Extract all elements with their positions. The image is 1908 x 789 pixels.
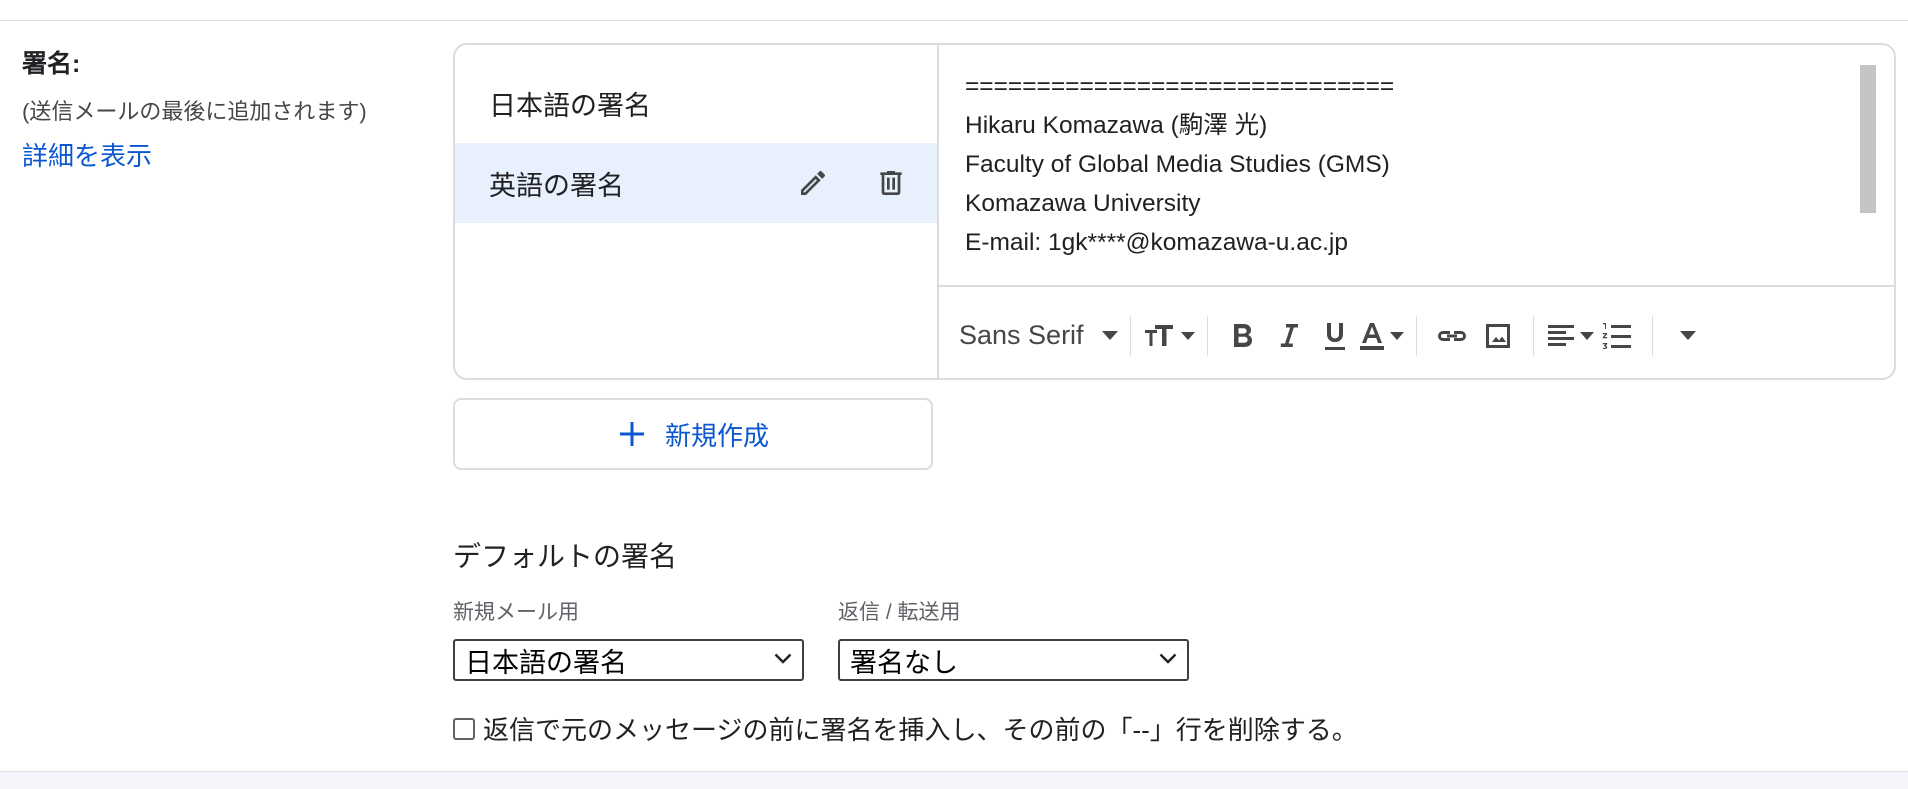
signature-item-japanese[interactable]: 日本語の署名 bbox=[455, 63, 937, 143]
default-signature-title: デフォルトの署名 bbox=[453, 541, 678, 572]
toolbar-divider bbox=[1651, 315, 1653, 356]
delete-icon[interactable] bbox=[873, 165, 909, 201]
new-mail-signature-select[interactable]: 日本語の署名 bbox=[453, 639, 804, 681]
insert-before-quote-label: 返信で元のメッセージの前に署名を挿入し、その前の「--」行を削除する。 bbox=[483, 715, 1358, 745]
editor-line: ============================== bbox=[965, 73, 1395, 100]
signature-heading: 署名: bbox=[22, 50, 81, 78]
create-new-button[interactable]: 新規作成 bbox=[453, 398, 933, 470]
toolbar-divider bbox=[1532, 315, 1534, 356]
font-family-label: Sans Serif bbox=[959, 320, 1084, 350]
edit-icon[interactable] bbox=[795, 165, 831, 201]
caret-down-icon bbox=[1101, 330, 1118, 340]
formatting-toolbar: Sans Serif bbox=[939, 285, 1894, 378]
editor-line: Komazawa University bbox=[965, 190, 1201, 217]
signature-editor[interactable]: ============================== Hikaru Ko… bbox=[939, 45, 1894, 285]
numbered-list-icon[interactable] bbox=[1594, 311, 1640, 361]
more-icon[interactable] bbox=[1665, 311, 1711, 361]
image-icon[interactable] bbox=[1475, 311, 1521, 361]
editor-scrollbar[interactable] bbox=[1860, 65, 1876, 213]
bold-icon[interactable] bbox=[1220, 311, 1266, 361]
footer-band bbox=[0, 771, 1908, 789]
link-icon[interactable] bbox=[1429, 311, 1475, 361]
toolbar-divider bbox=[1129, 315, 1131, 356]
underline-icon[interactable] bbox=[1312, 311, 1358, 361]
reply-forward-label: 返信 / 転送用 bbox=[838, 601, 961, 624]
italic-icon[interactable] bbox=[1266, 311, 1312, 361]
reply-signature-value: 署名なし bbox=[850, 647, 958, 678]
signature-item-label: 英語の署名 bbox=[489, 170, 624, 201]
create-new-label: 新規作成 bbox=[664, 420, 769, 451]
editor-line: Hikaru Komazawa (駒澤 光) bbox=[965, 112, 1268, 139]
insert-before-quote-checkbox[interactable] bbox=[453, 717, 475, 740]
font-family-select[interactable]: Sans Serif bbox=[959, 320, 1118, 351]
signature-text: ============================== Hikaru Ko… bbox=[965, 67, 1394, 262]
new-mail-signature-value: 日本語の署名 bbox=[465, 647, 627, 678]
details-link[interactable]: 詳細を表示 bbox=[22, 136, 152, 173]
signature-subtitle: (送信メールの最後に追加されます) bbox=[22, 99, 367, 124]
signature-label-column: 署名: (送信メールの最後に追加されます) 詳細を表示 bbox=[22, 44, 367, 173]
font-size-icon[interactable] bbox=[1143, 311, 1195, 361]
toolbar-divider bbox=[1415, 315, 1417, 356]
text-color-icon[interactable] bbox=[1358, 311, 1404, 361]
signature-item-english[interactable]: 英語の署名 bbox=[455, 143, 937, 223]
reply-signature-select[interactable]: 署名なし bbox=[838, 639, 1189, 681]
signature-panel: 日本語の署名 英語の署名 ===========================… bbox=[453, 43, 1896, 380]
toolbar-divider bbox=[1206, 315, 1208, 356]
insert-before-quote-option: 返信で元のメッセージの前に署名を挿入し、その前の「--」行を削除する。 bbox=[453, 710, 1358, 747]
align-icon[interactable] bbox=[1546, 311, 1594, 361]
chevron-down-icon bbox=[774, 653, 792, 664]
editor-line: Faculty of Global Media Studies (GMS) bbox=[965, 151, 1390, 178]
signature-item-label: 日本語の署名 bbox=[489, 90, 651, 121]
signature-list: 日本語の署名 英語の署名 bbox=[455, 45, 939, 378]
top-divider bbox=[0, 20, 1908, 21]
new-mail-label: 新規メール用 bbox=[453, 601, 579, 624]
plus-icon bbox=[619, 422, 644, 446]
editor-line: E-mail: 1gk****@komazawa-u.ac.jp bbox=[965, 229, 1348, 256]
chevron-down-icon bbox=[1159, 653, 1177, 664]
